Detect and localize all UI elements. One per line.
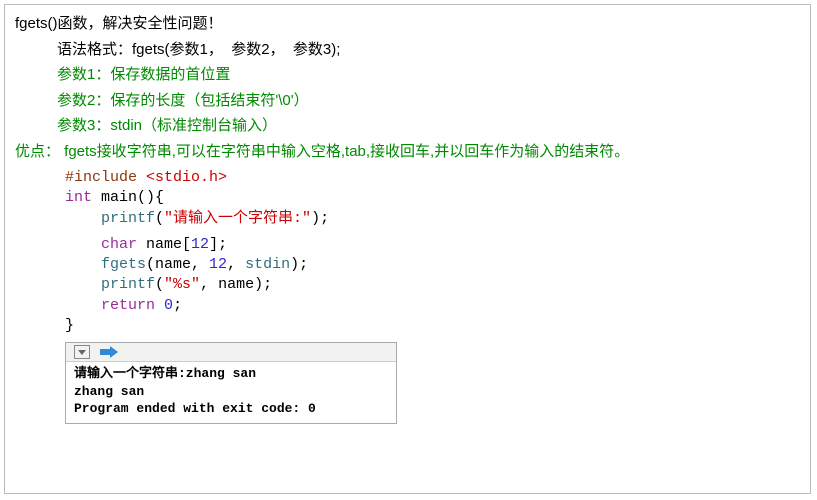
document-container: fgets()函数，解决安全性问题！ 语法格式：fgets(参数1， 参数2， … — [4, 4, 811, 494]
code-line: int main(){ — [65, 188, 800, 208]
number-literal: 12 — [209, 256, 227, 273]
param2-line: 参数2：保存的长度（包括结束符'\0'） — [15, 88, 800, 114]
type-kw: int — [65, 189, 92, 206]
close-brace: } — [65, 317, 74, 334]
code-block: #include <stdio.h> int main(){ printf("请… — [15, 168, 800, 336]
console-output: 请输入一个字符串:zhang san zhang san Program end… — [66, 362, 396, 423]
title-line: fgets()函数，解决安全性问题！ — [15, 11, 800, 37]
stdin-id: stdin — [245, 256, 290, 273]
code-line: } — [65, 316, 800, 336]
console-line: zhang san — [74, 384, 144, 399]
console-toolbar — [66, 343, 396, 362]
continue-icon[interactable] — [100, 346, 118, 358]
code-line: char name[12]; — [65, 235, 800, 255]
type-kw: char — [101, 236, 137, 253]
fn-name: printf — [101, 276, 155, 293]
string-literal: "%s" — [164, 276, 200, 293]
string-literal: "请输入一个字符串:" — [164, 210, 311, 227]
number-literal: 0 — [164, 297, 173, 314]
console-line: 请输入一个字符串:zhang san — [74, 366, 256, 381]
syntax-line: 语法格式：fgets(参数1， 参数2， 参数3); — [15, 37, 800, 63]
param1-line: 参数1：保存数据的首位置 — [15, 62, 800, 88]
param3-line: 参数3：stdin（标准控制台输入） — [15, 113, 800, 139]
dropdown-icon[interactable] — [74, 345, 90, 359]
fn-name: fgets — [101, 256, 146, 273]
include-header: <stdio.h> — [146, 169, 227, 186]
main-sig: main(){ — [92, 189, 164, 206]
code-line: return 0; — [65, 296, 800, 316]
number-literal: 12 — [191, 236, 209, 253]
advantage-line: 优点： fgets接收字符串,可以在字符串中输入空格,tab,接收回车,并以回车… — [15, 139, 800, 165]
code-line: printf("%s", name); — [65, 275, 800, 295]
code-line: #include <stdio.h> — [65, 168, 800, 188]
fn-name: printf — [101, 210, 155, 227]
console-panel: 请输入一个字符串:zhang san zhang san Program end… — [65, 342, 397, 424]
console-line: Program ended with exit code: 0 — [74, 401, 316, 416]
return-kw: return — [101, 297, 155, 314]
code-line: printf("请输入一个字符串:"); — [65, 209, 800, 229]
preproc-kw: #include — [65, 169, 146, 186]
code-line: fgets(name, 12, stdin); — [65, 255, 800, 275]
